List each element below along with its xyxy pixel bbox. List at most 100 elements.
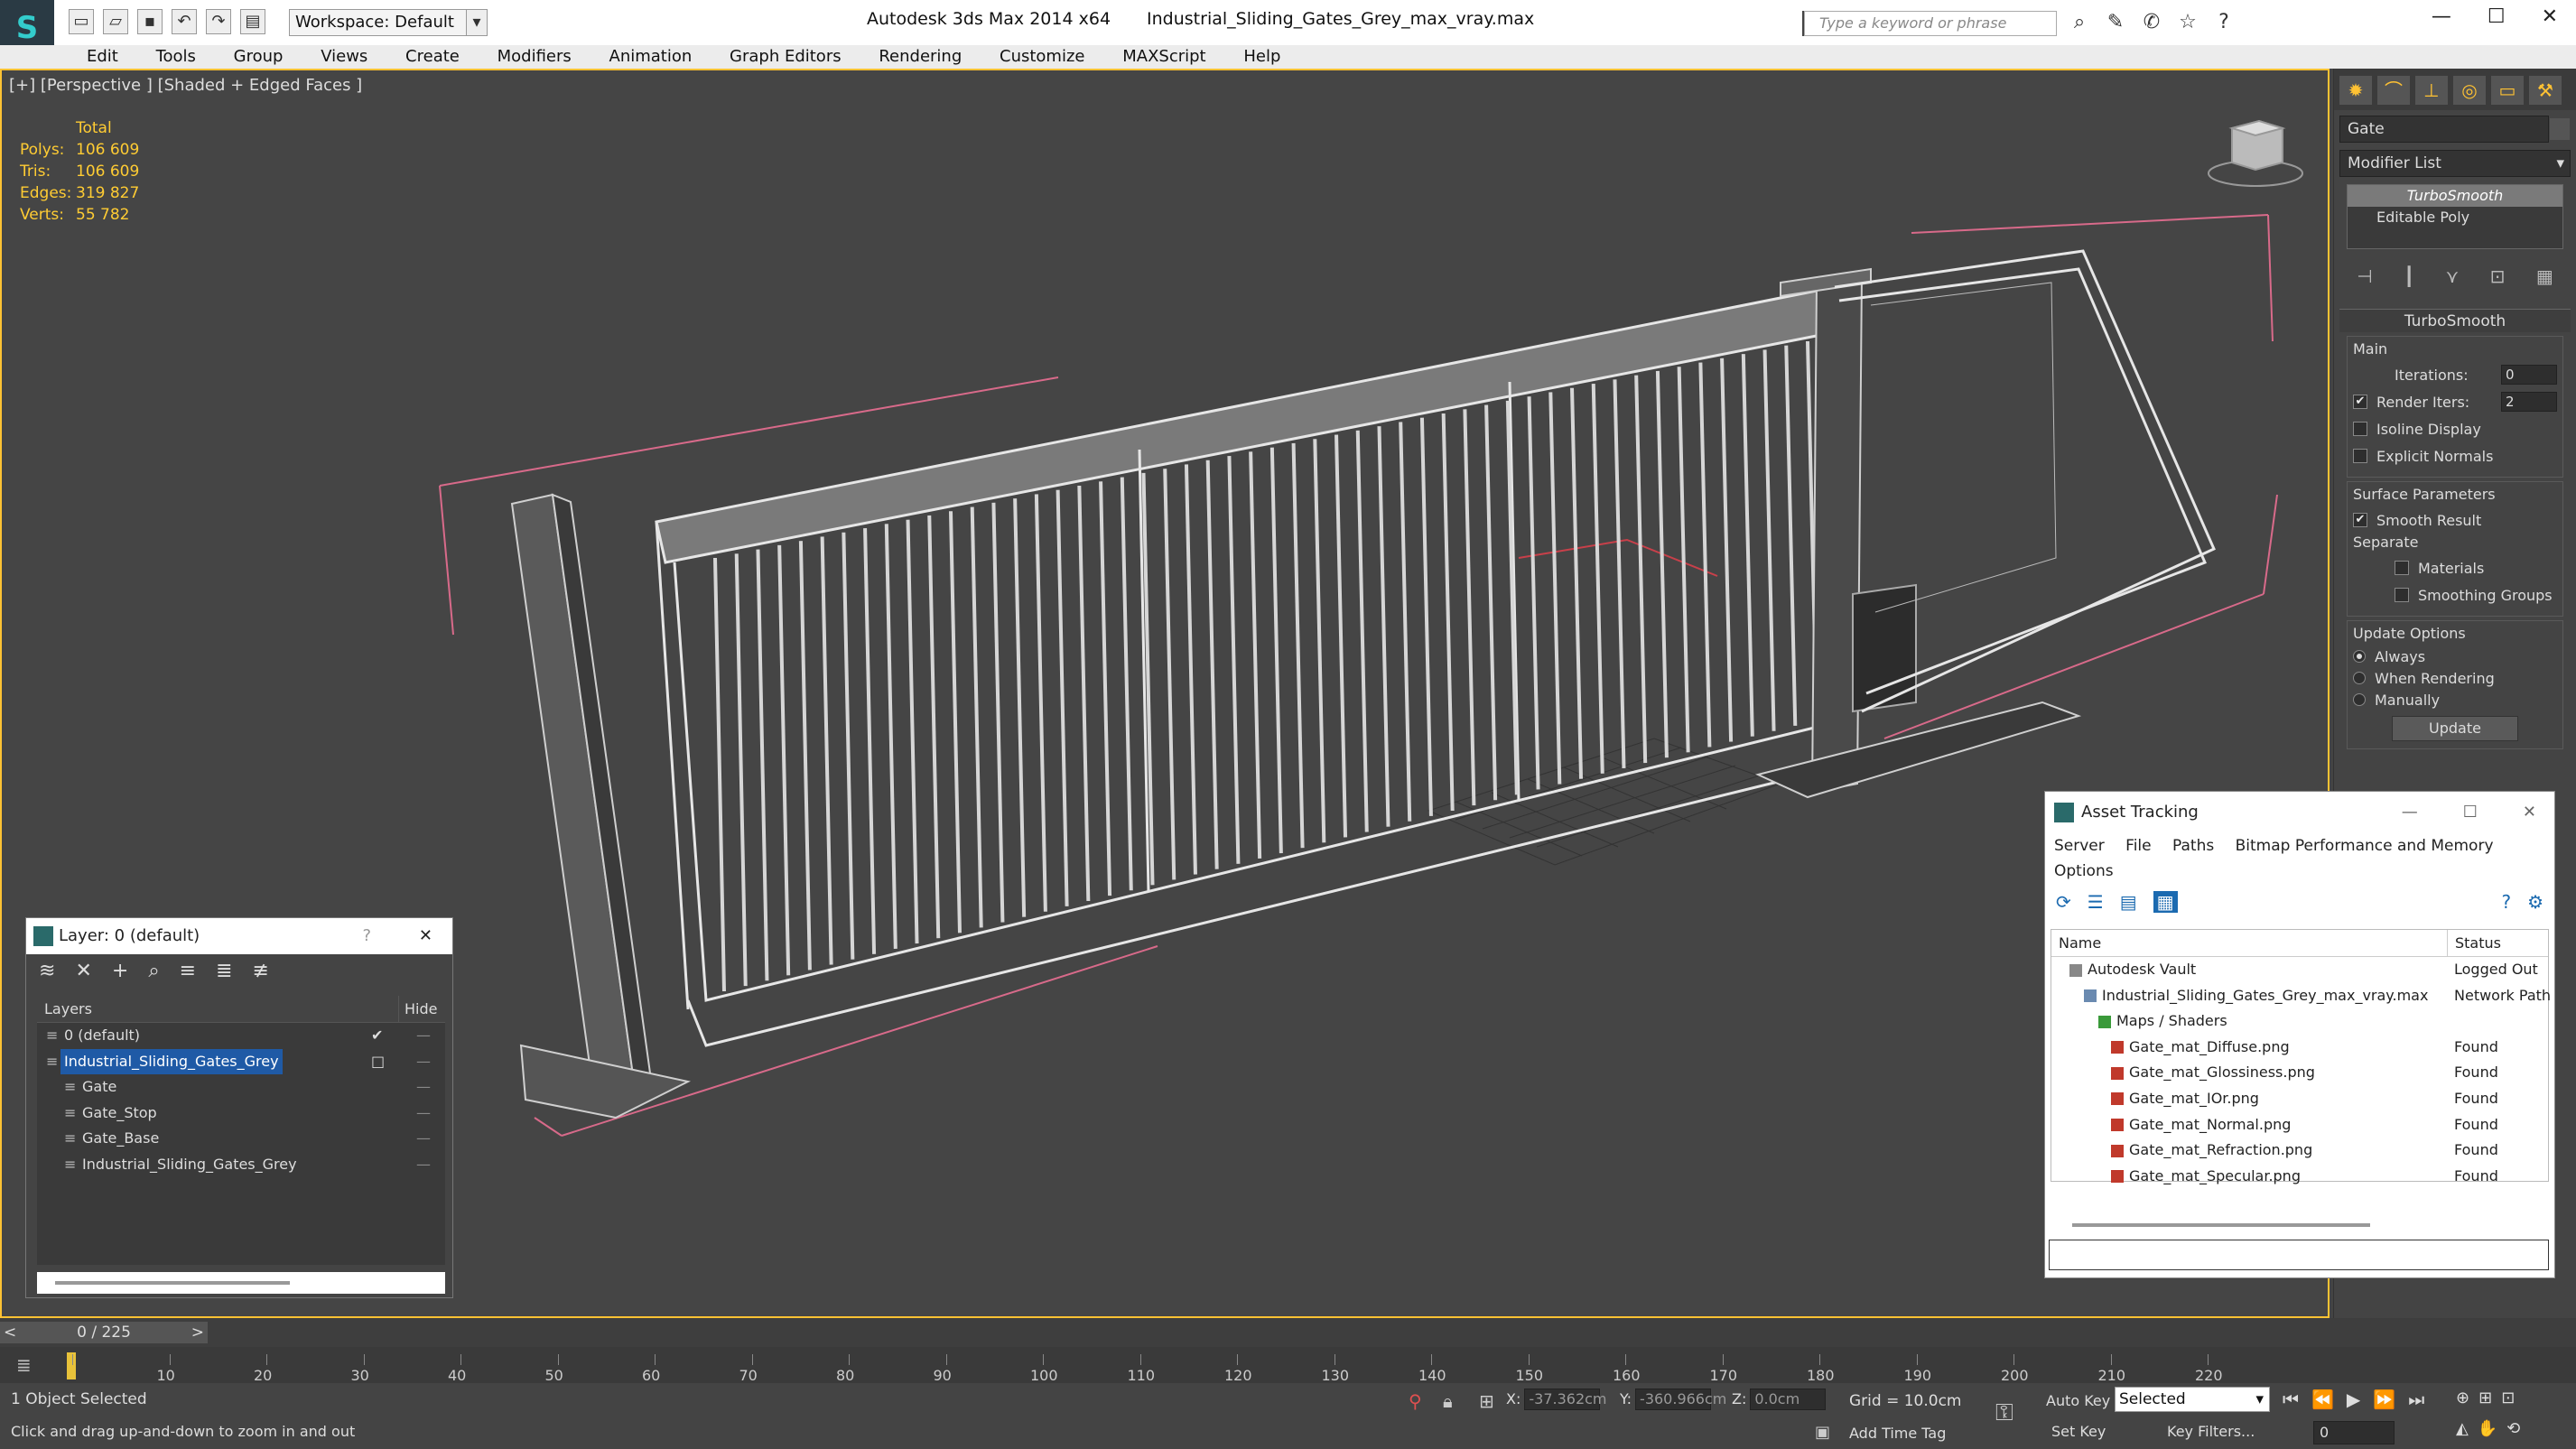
menu-views[interactable]: Views [304, 45, 384, 69]
when-rendering-radio[interactable] [2353, 672, 2366, 684]
update-button[interactable]: Update [2392, 716, 2518, 741]
add-layer-icon[interactable]: + [112, 960, 128, 987]
menu-paths[interactable]: Paths [2172, 837, 2214, 855]
menu-animation[interactable]: Animation [593, 45, 709, 69]
menu-graph-editors[interactable]: Graph Editors [713, 45, 858, 69]
y-field[interactable]: -360.966cm [1635, 1389, 1726, 1410]
menu-file[interactable]: File [2125, 837, 2151, 855]
zoom-all-icon[interactable]: ⊞ [2478, 1389, 2492, 1407]
asset-row[interactable]: Gate_mat_Normal.png Found [2051, 1112, 2548, 1138]
next-frame-icon[interactable]: > [191, 1322, 204, 1343]
undo-icon[interactable]: ↶ [172, 9, 197, 34]
mini-curve-icon[interactable]: ≣ [16, 1354, 32, 1376]
asset-window-titlebar[interactable]: Asset Tracking — ☐ ✕ [2045, 792, 2554, 833]
settings-icon[interactable]: ⚙ [2527, 891, 2543, 913]
highlight-layer-icon[interactable]: ≡ [180, 960, 196, 987]
menu-maxscript[interactable]: MAXScript [1106, 45, 1222, 69]
current-layer-icon[interactable]: □ [371, 1049, 385, 1075]
close-icon[interactable]: ✕ [2542, 5, 2558, 28]
motion-tab-icon[interactable]: ◎ [2453, 76, 2486, 105]
stack-item-editable-poly[interactable]: Editable Poly [2348, 207, 2562, 228]
add-time-tag[interactable]: Add Time Tag [1849, 1425, 1946, 1442]
show-end-result-icon[interactable]: ┃ [2404, 265, 2414, 287]
menu-bitmap-performance[interactable]: Bitmap Performance and Memory [2236, 837, 2494, 855]
pin-stack-icon[interactable]: ⊣ [2357, 265, 2372, 287]
help-icon[interactable]: ? [362, 918, 371, 954]
menu-create[interactable]: Create [389, 45, 476, 69]
maximize-icon[interactable]: ☐ [2488, 5, 2506, 28]
render-iters-spinner[interactable]: 2 [2501, 392, 2557, 412]
layer-row[interactable]: ≡ Gate — [37, 1074, 445, 1101]
col-layers[interactable]: Layers [44, 1000, 92, 1017]
modify-tab-icon[interactable]: ⌒ [2377, 76, 2410, 105]
select-objects-icon[interactable]: ⌕ [148, 960, 159, 987]
freeze-all-icon[interactable]: ≢ [253, 960, 269, 987]
asset-row[interactable]: Gate_mat_Glossiness.png Found [2051, 1060, 2548, 1086]
prev-frame-icon[interactable]: < [4, 1322, 16, 1343]
explicit-normals-checkbox[interactable] [2353, 449, 2367, 463]
toolbar-overflow-icon[interactable]: ▾ [466, 9, 488, 36]
hide-toggle-icon[interactable]: — [416, 1126, 431, 1152]
time-slider[interactable]: <0 / 225 > [0, 1318, 2576, 1347]
field-of-view-icon[interactable]: ◭ [2456, 1419, 2469, 1438]
communication-icon[interactable]: ✆ [2140, 11, 2163, 34]
menu-edit[interactable]: Edit [70, 45, 135, 69]
isoline-display-checkbox[interactable] [2353, 422, 2367, 436]
previous-frame-icon[interactable]: ⏪ [2311, 1389, 2334, 1410]
object-name-field[interactable]: Gate [2339, 116, 2570, 143]
delete-layer-icon[interactable]: ✕ [75, 960, 91, 987]
tree-view-icon[interactable]: ▤ [2120, 891, 2137, 913]
hide-toggle-icon[interactable]: — [416, 1049, 431, 1075]
isolate-icon[interactable]: ⚲ [1409, 1390, 1422, 1412]
object-color-swatch[interactable] [2550, 118, 2570, 140]
subscription-icon[interactable]: ✎ [2104, 11, 2127, 34]
auto-key-button[interactable]: Auto Key [2046, 1392, 2110, 1409]
lock-selection-icon[interactable]: 🔒︎ [1443, 1390, 1453, 1412]
hide-toggle-icon[interactable]: — [416, 1023, 431, 1049]
menu-customize[interactable]: Customize [983, 45, 1101, 69]
next-frame-icon[interactable]: ⏩ [2373, 1389, 2395, 1410]
time-slider-thumb[interactable]: <0 / 225 > [0, 1322, 208, 1343]
hide-toggle-icon[interactable]: — [416, 1074, 431, 1101]
smooth-result-checkbox[interactable]: ✔ [2353, 513, 2367, 527]
menu-rendering[interactable]: Rendering [862, 45, 978, 69]
asset-row[interactable]: Maps / Shaders [2051, 1008, 2548, 1035]
layer-row[interactable]: ≡ Industrial_Sliding_Gates_Grey □ — [37, 1048, 445, 1075]
go-to-end-icon[interactable]: ⏭ [2408, 1389, 2424, 1410]
col-status[interactable]: Status [2447, 930, 2501, 957]
asset-row[interactable]: Autodesk Vault Logged Out [2051, 957, 2548, 983]
smoothing-groups-checkbox[interactable] [2395, 588, 2409, 602]
stack-item-turbosmooth[interactable]: TurboSmooth [2348, 185, 2562, 207]
menu-modifiers[interactable]: Modifiers [481, 45, 588, 69]
menu-server[interactable]: Server [2054, 837, 2105, 855]
current-frame-field[interactable]: 0 [2313, 1421, 2395, 1444]
help-icon[interactable]: ? [2501, 891, 2511, 913]
redo-icon[interactable]: ↷ [206, 9, 231, 34]
asset-row[interactable]: Gate_mat_Diffuse.png Found [2051, 1035, 2548, 1061]
col-hide[interactable]: Hide [398, 996, 437, 1023]
search-input[interactable]: Type a keyword or phrase [1804, 11, 2057, 36]
hide-toggle-icon[interactable]: — [416, 1152, 431, 1178]
create-tab-icon[interactable]: ✹ [2339, 76, 2372, 105]
absolute-mode-icon[interactable]: ⊞ [1479, 1390, 1494, 1412]
favorites-icon[interactable]: ☆ [2176, 11, 2199, 34]
key-filters-button[interactable]: Key Filters... [2167, 1423, 2255, 1440]
hide-toggle-icon[interactable]: — [416, 1101, 431, 1127]
menu-group[interactable]: Group [218, 45, 300, 69]
list-view-icon[interactable]: ☰ [2088, 891, 2104, 913]
orbit-icon[interactable]: ⟲ [2506, 1419, 2520, 1438]
layer-row[interactable]: ≡ Industrial_Sliding_Gates_Grey — [37, 1152, 445, 1178]
go-to-start-icon[interactable]: ⏮ [2283, 1389, 2299, 1410]
layer-row[interactable]: ≡ Gate_Base — [37, 1126, 445, 1152]
asset-path-field[interactable] [2049, 1240, 2549, 1270]
render-iters-checkbox[interactable]: ✔ [2353, 395, 2367, 409]
menu-options[interactable]: Options [2054, 862, 2114, 880]
time-tag-icon[interactable]: ▣ [1815, 1423, 1830, 1442]
minimize-icon[interactable]: — [2402, 792, 2418, 833]
asset-row[interactable]: Gate_mat_Specular.png Found [2051, 1164, 2548, 1190]
close-icon[interactable]: ✕ [2523, 792, 2536, 833]
materials-checkbox[interactable] [2395, 561, 2409, 575]
new-file-icon[interactable]: ▭ [69, 9, 94, 34]
col-name[interactable]: Name [2059, 930, 2101, 957]
layer-horizontal-scrollbar[interactable] [37, 1272, 445, 1294]
